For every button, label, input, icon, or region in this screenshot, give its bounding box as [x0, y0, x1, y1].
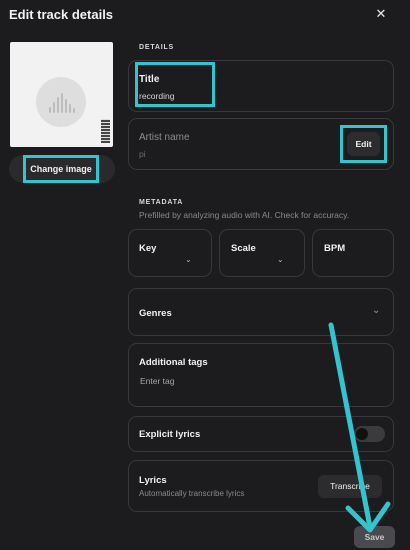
metadata-hint: Prefilled by analyzing audio with AI. Ch…	[139, 210, 350, 220]
close-icon[interactable]: ✕	[372, 5, 390, 23]
transcribe-button[interactable]: Transcribe	[318, 475, 382, 498]
metadata-section-label: METADATA	[139, 199, 184, 206]
save-button[interactable]: Save	[354, 526, 395, 548]
cover-barcode	[101, 119, 110, 143]
scale-label: Scale	[231, 243, 256, 254]
tags-label: Additional tags	[139, 357, 208, 368]
toggle-knob	[356, 428, 368, 440]
lyrics-sublabel: Automatically transcribe lyrics	[139, 489, 245, 498]
cover-art	[10, 42, 113, 147]
edit-artist-button[interactable]: Edit	[340, 125, 387, 163]
explicit-label: Explicit lyrics	[139, 429, 201, 440]
change-image-label[interactable]: Change image	[23, 155, 99, 183]
chevron-down-icon: ⌄	[277, 255, 284, 264]
chevron-down-icon: ⌄	[372, 305, 381, 316]
artist-label: Artist name	[139, 132, 190, 143]
chevron-down-icon: ⌄	[185, 255, 192, 264]
key-label: Key	[139, 243, 157, 254]
genres-label: Genres	[139, 308, 172, 319]
details-section-label: DETAILS	[139, 44, 175, 51]
artist-value: pi	[139, 149, 146, 159]
edit-track-modal: Edit track details ✕ Change image DETAIL…	[0, 0, 410, 550]
modal-title: Edit track details	[9, 7, 114, 22]
explicit-toggle[interactable]	[354, 426, 385, 442]
lyrics-label: Lyrics	[139, 475, 167, 486]
edit-label[interactable]: Edit	[347, 132, 380, 156]
tags-input[interactable]	[140, 371, 380, 391]
bpm-label: BPM	[324, 243, 346, 254]
waveform-icon	[49, 93, 75, 113]
title-highlight-box	[135, 62, 215, 107]
